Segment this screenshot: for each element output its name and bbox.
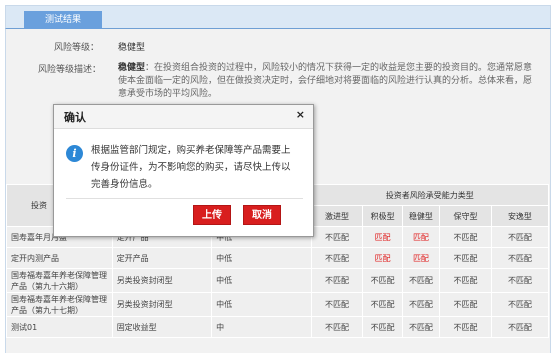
product-type-cell: 定开产品 (111, 247, 213, 269)
table-row: 国寿福寿嘉年养老保障管理产品（第九十六期） 另类投资封闭型 中低 不匹配 不匹配 不匹配不… (6, 268, 550, 293)
product-name-cell: 测试01 (6, 316, 113, 338)
product-risk-cell: 中低 (211, 292, 312, 317)
risk-desc-text: ：在投资组合投资的过程中，风险较小的情况下获得一定的收益是您主要的投资目的。您通… (118, 63, 533, 99)
subheader-cell: 激进型 (310, 205, 364, 227)
tab-bar: 测试结果 (5, 5, 551, 30)
match-cell: 匹配 (362, 226, 403, 248)
dialog-message: 根据监管部门规定，购买养老保障等产品需要上传身份证件，为不影响您的购买，请尽快上… (91, 145, 291, 190)
table-row: 测试01 固定收益型中不匹配 不匹配 不匹配 不匹配 不匹配 (6, 316, 550, 338)
tab-test-result[interactable]: 测试结果 (24, 11, 102, 30)
product-type-cell: 另类投资封闭型 (111, 268, 213, 293)
dialog-divider (66, 198, 303, 199)
match-cell: 不匹配 (310, 268, 364, 293)
subheader-cell: 积极型 (362, 205, 403, 227)
match-cell: 不匹配 (401, 268, 441, 293)
risk-level-label: 风险等级： (54, 43, 100, 53)
table-row: 国寿福寿嘉年养老保障管理产品（第九十七期） 另类投资封闭型 中低 不匹配 不匹配 不匹配不… (6, 292, 550, 317)
match-cell: 匹配 (401, 226, 441, 248)
risk-level-value: 稳健型 (118, 43, 146, 53)
match-cell: 不匹配 (401, 316, 441, 338)
confirm-dialog: 确认 × i 根据监管部门规定，购买养老保障等产品需要上传身份证件，为不影响您的… (53, 104, 314, 237)
upload-button[interactable]: 上传 (193, 205, 231, 225)
product-risk-cell: 中低 (211, 268, 312, 293)
match-cell: 不匹配 (439, 316, 492, 338)
match-cell: 不匹配 (490, 316, 550, 338)
table-body: 国寿嘉年月月盈 定开产品 中低 不匹配 匹配 匹配 不匹配 不匹配 定开内测产品 定开产品 中低 不匹… (6, 226, 550, 338)
match-cell: 不匹配 (362, 316, 403, 338)
dialog-title: 确认 (64, 111, 86, 124)
match-cell: 不匹配 (490, 292, 550, 317)
table-row: 定开内测产品 定开产品 中低 不匹配 匹配 匹配 不匹配 不匹配 (6, 247, 550, 269)
match-cell: 不匹配 (490, 247, 550, 269)
match-cell: 不匹配 (401, 292, 441, 317)
match-cell: 不匹配 (310, 226, 364, 248)
match-cell: 不匹配 (439, 226, 492, 248)
match-cell: 不匹配 (490, 268, 550, 293)
match-cell: 不匹配 (439, 247, 492, 269)
info-icon: i (66, 145, 83, 162)
match-cell: 不匹配 (362, 268, 403, 293)
cancel-button[interactable]: 取消 (243, 205, 281, 225)
risk-description: 稳健型：在投资组合投资的过程中，风险较小的情况下获得一定的收益是您主要的投资目的… (118, 62, 538, 101)
subheader-cell: 保守型 (439, 205, 492, 227)
match-cell: 不匹配 (310, 247, 364, 269)
product-type-cell: 固定收益型 (111, 316, 213, 338)
subheader-cell: 安逸型 (490, 205, 550, 227)
close-icon[interactable]: × (296, 108, 305, 121)
risk-desc-type: 稳健型 (118, 63, 146, 73)
match-cell: 匹配 (401, 247, 441, 269)
match-cell: 不匹配 (310, 316, 364, 338)
risk-desc-label: 风险等级描述： (38, 65, 102, 75)
dialog-header: 确认 × (54, 105, 313, 129)
header-investment-label: 投资 (31, 201, 47, 210)
product-type-cell: 另类投资封闭型 (111, 292, 213, 317)
match-cell: 不匹配 (439, 268, 492, 293)
product-risk-cell: 中低 (211, 247, 312, 269)
subheader-cell: 稳健型 (401, 205, 441, 227)
header-risk-group: 投资者风险承受能力类型 (310, 184, 550, 206)
product-name-cell: 定开内测产品 (6, 247, 113, 269)
product-risk-cell: 中 (211, 316, 312, 338)
match-cell: 匹配 (362, 247, 403, 269)
match-cell: 不匹配 (490, 226, 550, 248)
match-cell: 不匹配 (362, 292, 403, 317)
product-name-cell: 国寿福寿嘉年养老保障管理产品（第九十七期） (6, 292, 113, 317)
match-cell: 不匹配 (310, 292, 364, 317)
match-cell: 不匹配 (439, 292, 492, 317)
product-name-cell: 国寿福寿嘉年养老保障管理产品（第九十六期） (6, 268, 113, 293)
